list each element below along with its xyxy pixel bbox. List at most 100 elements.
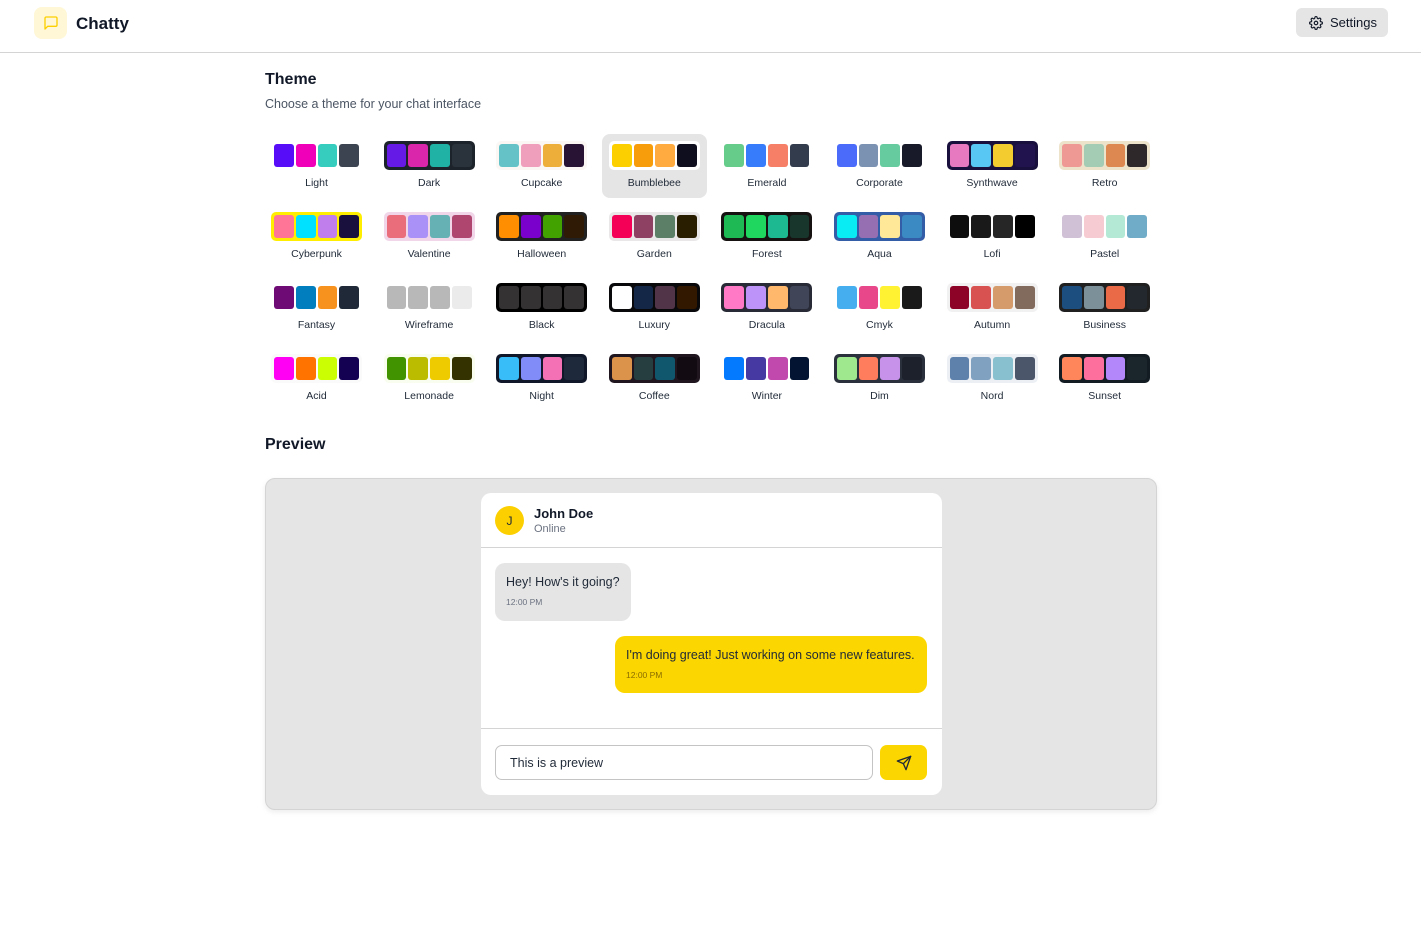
- theme-option-autumn[interactable]: Autumn: [940, 276, 1045, 340]
- swatch-color: [633, 215, 654, 238]
- swatch-color: [677, 286, 697, 309]
- swatch-color: [724, 144, 745, 167]
- theme-option-valentine[interactable]: Valentine: [377, 205, 482, 269]
- theme-section-subtitle: Choose a theme for your chat interface: [265, 97, 482, 111]
- message-bubble-received: Hey! How's it going? 12:00 PM: [495, 563, 631, 621]
- theme-label: Luxury: [638, 319, 671, 331]
- swatch-color: [633, 286, 654, 309]
- theme-option-lemonade[interactable]: Lemonade: [377, 347, 482, 411]
- theme-swatch: [608, 354, 700, 383]
- swatch-color: [339, 286, 359, 309]
- theme-option-corporate[interactable]: Corporate: [827, 134, 932, 198]
- theme-option-sunset[interactable]: Sunset: [1052, 347, 1157, 411]
- swatch-color: [1062, 286, 1082, 309]
- theme-option-pastel[interactable]: Pastel: [1052, 205, 1157, 269]
- theme-option-black[interactable]: Black: [489, 276, 594, 340]
- swatch-color: [499, 215, 519, 238]
- swatch-color: [880, 215, 901, 238]
- swatch-color: [767, 357, 788, 380]
- swatch-color: [317, 286, 338, 309]
- theme-swatch: [271, 354, 362, 383]
- theme-option-aqua[interactable]: Aqua: [827, 205, 932, 269]
- theme-option-emerald[interactable]: Emerald: [714, 134, 819, 198]
- swatch-color: [1062, 144, 1082, 167]
- swatch-color: [386, 144, 407, 167]
- theme-option-dark[interactable]: Dark: [377, 134, 482, 198]
- theme-label: Black: [528, 319, 555, 331]
- theme-option-wireframe[interactable]: Wireframe: [377, 276, 482, 340]
- swatch-color: [499, 286, 519, 309]
- swatch-color: [386, 357, 407, 380]
- contact-status: Online: [534, 523, 566, 535]
- swatch-color: [993, 286, 1013, 309]
- swatch-color: [1127, 144, 1148, 167]
- swatch-color: [971, 215, 992, 238]
- theme-option-fantasy[interactable]: Fantasy: [264, 276, 369, 340]
- swatch-color: [880, 357, 901, 380]
- swatch-color: [339, 144, 359, 167]
- swatch-color: [1014, 286, 1035, 309]
- theme-option-winter[interactable]: Winter: [714, 347, 819, 411]
- swatch-color: [295, 215, 316, 238]
- swatch-color: [1014, 144, 1035, 167]
- theme-option-coffee[interactable]: Coffee: [602, 347, 707, 411]
- preview-panel: J John Doe Online Hey! How's it going? 1…: [265, 478, 1157, 810]
- swatch-color: [746, 215, 766, 238]
- theme-option-halloween[interactable]: Halloween: [489, 205, 594, 269]
- settings-button[interactable]: Settings: [1296, 8, 1388, 37]
- theme-option-cupcake[interactable]: Cupcake: [489, 134, 594, 198]
- message-input[interactable]: [495, 745, 873, 780]
- swatch-color: [564, 286, 585, 309]
- theme-option-forest[interactable]: Forest: [714, 205, 819, 269]
- swatch-color: [902, 215, 922, 238]
- theme-option-retro[interactable]: Retro: [1052, 134, 1157, 198]
- swatch-color: [1127, 357, 1148, 380]
- chat-logo-icon[interactable]: [34, 7, 67, 39]
- swatch-color: [902, 357, 922, 380]
- theme-option-night[interactable]: Night: [489, 347, 594, 411]
- theme-swatch: [833, 141, 925, 170]
- theme-option-synthwave[interactable]: Synthwave: [940, 134, 1045, 198]
- swatch-color: [542, 215, 563, 238]
- swatch-color: [836, 144, 857, 167]
- swatch-color: [451, 215, 472, 238]
- theme-swatch: [496, 354, 588, 383]
- theme-option-acid[interactable]: Acid: [264, 347, 369, 411]
- swatch-color: [520, 144, 541, 167]
- swatch-color: [542, 286, 563, 309]
- swatch-color: [520, 286, 541, 309]
- theme-option-dracula[interactable]: Dracula: [714, 276, 819, 340]
- theme-option-business[interactable]: Business: [1052, 276, 1157, 340]
- theme-swatch: [946, 212, 1038, 241]
- swatch-color: [274, 215, 294, 238]
- swatch-color: [971, 144, 992, 167]
- message-text: I'm doing great! Just working on some ne…: [626, 648, 915, 662]
- swatch-color: [274, 144, 294, 167]
- swatch-color: [1062, 215, 1082, 238]
- theme-label: Corporate: [856, 177, 903, 189]
- swatch-color: [1014, 215, 1035, 238]
- theme-swatch: [608, 283, 700, 312]
- swatch-color: [902, 286, 922, 309]
- theme-option-luxury[interactable]: Luxury: [602, 276, 707, 340]
- theme-option-garden[interactable]: Garden: [602, 205, 707, 269]
- theme-option-light[interactable]: Light: [264, 134, 369, 198]
- message-text: Hey! How's it going?: [506, 575, 620, 589]
- swatch-color: [611, 215, 632, 238]
- theme-option-cmyk[interactable]: Cmyk: [827, 276, 932, 340]
- swatch-color: [451, 144, 472, 167]
- theme-option-bumblebee[interactable]: Bumblebee: [601, 134, 707, 198]
- swatch-color: [611, 286, 632, 309]
- theme-option-dim[interactable]: Dim: [827, 347, 932, 411]
- swatch-color: [789, 286, 810, 309]
- send-button[interactable]: [880, 745, 927, 780]
- swatch-color: [430, 357, 450, 380]
- message-time: 12:00 PM: [626, 670, 663, 680]
- theme-option-cyberpunk[interactable]: Cyberpunk: [264, 205, 369, 269]
- swatch-color: [1014, 357, 1035, 380]
- theme-option-lofi[interactable]: Lofi: [940, 205, 1045, 269]
- theme-option-nord[interactable]: Nord: [940, 347, 1045, 411]
- swatch-color: [880, 286, 901, 309]
- swatch-color: [564, 144, 585, 167]
- app-title[interactable]: Chatty: [76, 14, 129, 34]
